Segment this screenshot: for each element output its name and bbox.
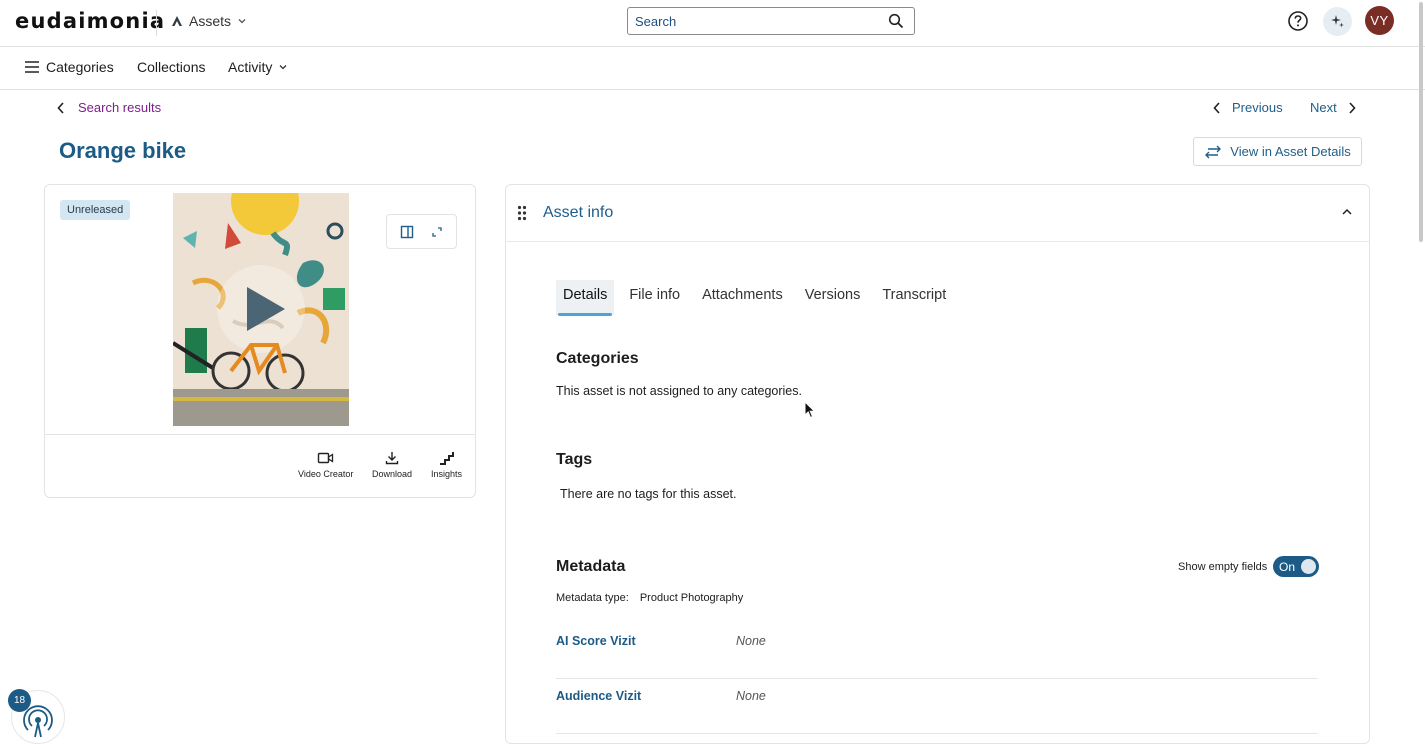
metadata-field-value: None: [736, 689, 766, 703]
nav-activity-label: Activity: [228, 59, 273, 75]
expand-icon[interactable]: [431, 226, 443, 238]
metadata-type-label: Metadata type:: [556, 592, 629, 604]
tab-details[interactable]: Details: [556, 287, 615, 316]
app-switcher-label: Assets: [189, 13, 232, 29]
secondary-nav: Categories Collections Activity: [0, 47, 1425, 90]
insights-label: Insights: [431, 469, 463, 479]
categories-label: Categories: [46, 59, 114, 75]
categories-empty-text: This asset is not assigned to any catego…: [556, 384, 802, 398]
page-scrollbar[interactable]: [1419, 2, 1423, 242]
download-label: Download: [372, 469, 413, 479]
toggle-state: On: [1279, 559, 1296, 574]
metadata-row: AI Score Vizit None: [556, 624, 1318, 679]
nav-collections[interactable]: Collections: [137, 59, 205, 75]
user-avatar[interactable]: VY: [1365, 6, 1394, 35]
divider: [156, 10, 157, 36]
next-button[interactable]: Next: [1310, 100, 1357, 115]
tab-file-info[interactable]: File info: [622, 287, 687, 312]
notification-count-badge[interactable]: 18: [8, 689, 31, 712]
next-label: Next: [1310, 100, 1337, 115]
metadata-type-value: Product Photography: [639, 592, 744, 604]
metadata-field-name[interactable]: Audience Vizit: [556, 689, 641, 703]
tab-versions[interactable]: Versions: [798, 287, 868, 312]
app-switcher[interactable]: Assets: [171, 13, 247, 29]
side-panel-icon[interactable]: [400, 225, 414, 239]
previous-label: Previous: [1232, 100, 1283, 115]
previous-button[interactable]: Previous: [1212, 100, 1283, 115]
view-details-label: View in Asset Details: [1230, 144, 1351, 159]
asset-info-panel: Asset info Details File info Attachments…: [505, 184, 1370, 744]
video-thumbnail[interactable]: [173, 193, 349, 426]
download-icon: [385, 452, 399, 465]
search-results-link[interactable]: Search results: [78, 100, 161, 115]
show-empty-fields-toggle[interactable]: On: [1273, 556, 1319, 577]
tab-transcript[interactable]: Transcript: [875, 287, 953, 312]
app-logo-icon: [172, 16, 182, 26]
status-badge: Unreleased: [60, 200, 131, 220]
metadata-type: Metadata type: Product Photography: [556, 592, 743, 604]
insights-icon: [439, 452, 454, 465]
metadata-row: Audience Vizit None: [556, 679, 1318, 734]
toggle-knob: [1301, 559, 1316, 574]
video-creator-button[interactable]: Video Creator: [298, 451, 353, 479]
panel-tabs: Details File info Attachments Versions T…: [556, 287, 961, 316]
view-in-asset-details-button[interactable]: View in Asset Details: [1193, 137, 1362, 166]
categories-heading: Categories: [556, 350, 639, 367]
chevron-left-icon: [57, 101, 64, 114]
chevron-left-icon: [1213, 101, 1220, 114]
insights-button[interactable]: Insights: [431, 451, 462, 479]
sparkle-icon: [1331, 15, 1344, 28]
chevron-up-icon[interactable]: [1341, 207, 1353, 217]
tags-heading: Tags: [556, 451, 593, 468]
panel-header[interactable]: Asset info: [506, 185, 1369, 242]
divider: [45, 434, 475, 435]
search-input[interactable]: [635, 8, 875, 34]
chevron-down-icon: [238, 19, 246, 24]
ai-assistant-button[interactable]: [1323, 7, 1352, 36]
help-icon[interactable]: [1287, 10, 1309, 32]
mouse-cursor-icon: [804, 401, 816, 419]
panel-title: Asset info: [543, 204, 614, 221]
tags-empty-text: There are no tags for this asset.: [560, 487, 737, 501]
drag-handle-icon[interactable]: [517, 205, 527, 221]
swap-arrows-icon: [1205, 145, 1222, 158]
metadata-field-value: None: [736, 634, 766, 648]
video-camera-icon: [317, 452, 334, 464]
search-icon[interactable]: [888, 13, 904, 29]
metadata-field-name[interactable]: AI Score Vizit: [556, 634, 636, 648]
asset-preview-card: Unreleased Video Creator Download Insigh…: [44, 184, 476, 498]
breadcrumb[interactable]: Search results: [56, 100, 161, 115]
categories-menu[interactable]: Categories: [24, 59, 114, 75]
chevron-right-icon: [1349, 101, 1356, 114]
show-empty-fields-label: Show empty fields: [1178, 561, 1268, 573]
nav-activity[interactable]: Activity: [228, 59, 288, 75]
view-tools: [386, 214, 457, 249]
logo[interactable]: eudaimonia: [15, 9, 165, 33]
orange-bike-illustration: [173, 193, 349, 426]
hamburger-menu-icon: [25, 61, 39, 73]
download-button[interactable]: Download: [372, 451, 412, 479]
metadata-heading: Metadata: [556, 558, 626, 575]
page-title: Orange bike: [59, 138, 187, 163]
tab-attachments[interactable]: Attachments: [695, 287, 790, 312]
chevron-down-icon: [279, 65, 287, 70]
top-bar: eudaimonia Assets VY: [0, 0, 1425, 47]
search-box[interactable]: [627, 7, 915, 35]
video-creator-label: Video Creator: [298, 469, 354, 479]
